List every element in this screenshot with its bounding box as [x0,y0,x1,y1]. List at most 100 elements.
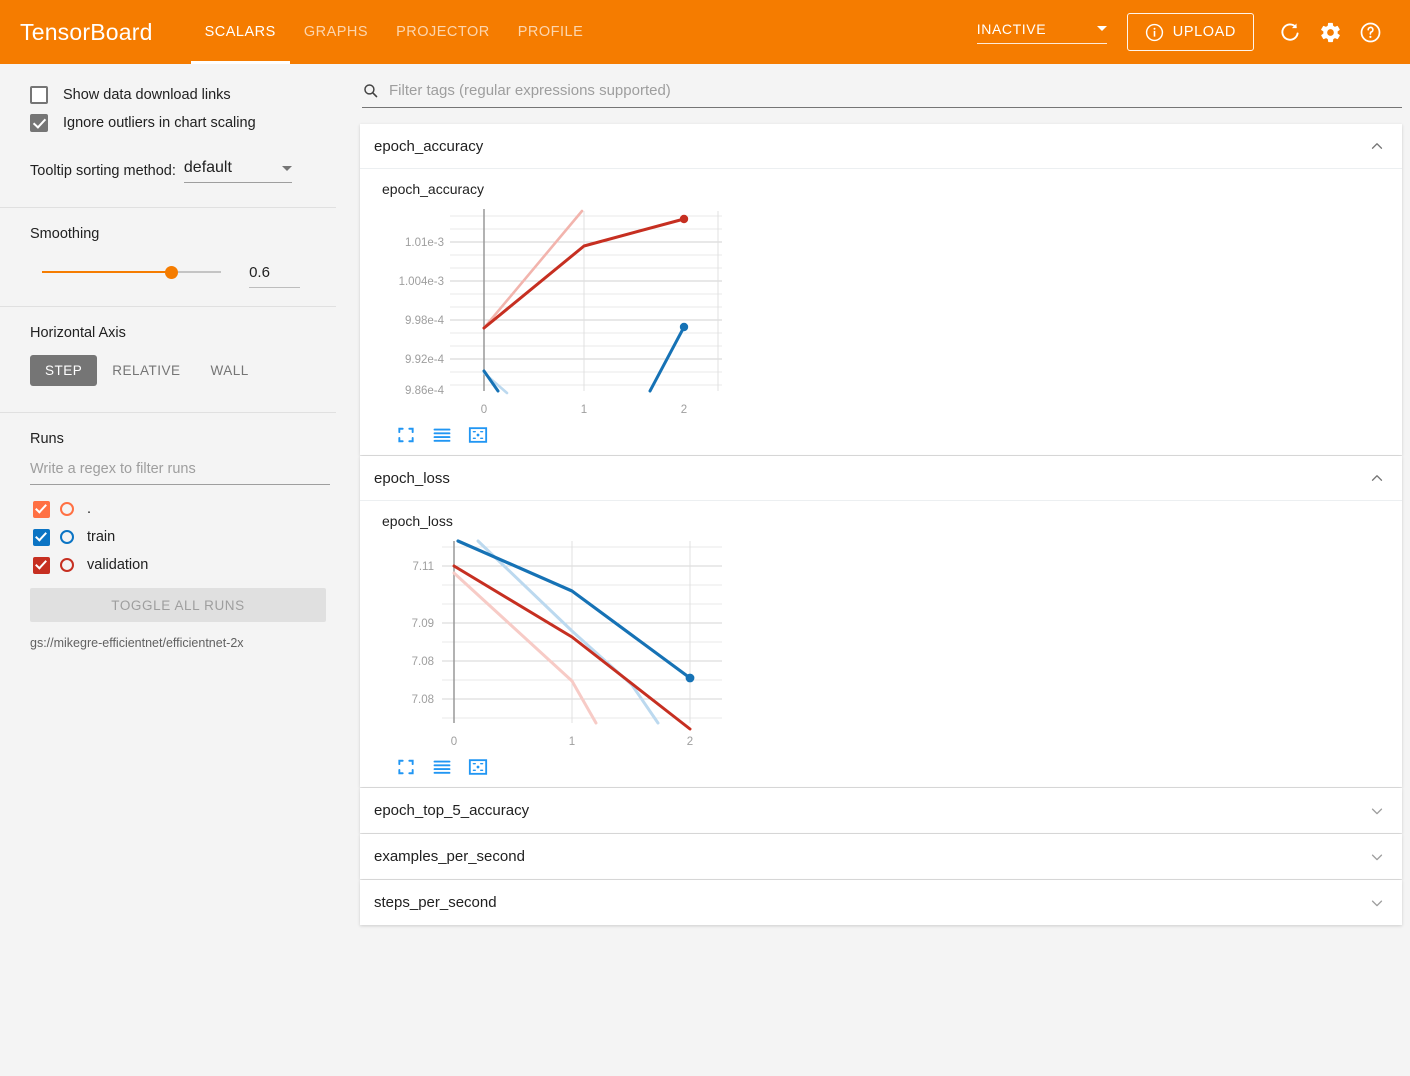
top-app-bar: TensorBoard SCALARS GRAPHS PROJECTOR PRO… [0,0,1410,64]
checkbox-ignore-outliers[interactable]: Ignore outliers in chart scaling [0,109,336,137]
refresh-button[interactable] [1270,12,1310,52]
top-bar-actions: INACTIVE UPLOAD [976,12,1390,52]
chevron-up-icon[interactable] [1368,469,1386,487]
settings-sidebar: Show data download links Ignore outliers… [0,64,336,1076]
run-status-value: INACTIVE [976,20,1047,37]
card-epoch-loss: epoch_loss epoch_loss 7.11 7.09 7.08 7.0… [360,456,1402,787]
y-tick-1: 1.004e-3 [399,276,444,288]
data-series-lines-icon[interactable] [432,425,452,445]
expand-fullscreen-icon[interactable] [396,425,416,445]
chart-epoch-loss[interactable]: 7.11 7.09 7.08 7.08 0 1 2 [382,533,742,748]
run-item-validation[interactable]: validation [0,551,336,579]
horizontal-axis-toggle-group: STEP RELATIVE WALL [0,355,336,386]
tab-projector[interactable]: PROJECTOR [382,0,504,64]
axis-option-step[interactable]: STEP [30,355,98,386]
data-series-lines-icon[interactable] [432,757,452,777]
run-status-dropdown[interactable]: INACTIVE [976,20,1107,44]
card-epoch-top-5-accuracy: epoch_top_5_accuracy [360,788,1402,833]
run-item-train[interactable]: train [0,523,336,551]
help-circle-icon [1360,22,1380,42]
slider-thumb[interactable] [165,266,178,279]
tag-filter-input[interactable]: Filter tags (regular expressions support… [389,82,671,99]
chevron-down-icon[interactable] [1368,894,1386,912]
help-button[interactable] [1350,12,1390,52]
series-validation-raw [452,571,598,725]
expand-fullscreen-icon[interactable] [396,757,416,777]
x-tick-1: 1 [569,736,575,748]
logdir-path: gs://mikegre-efficientnet/efficientnet-2… [30,636,244,650]
chart-toolbar-epoch-accuracy [396,425,1402,445]
card-title-epoch-top-5-accuracy: epoch_top_5_accuracy [374,802,530,819]
run-label-train: train [87,529,116,545]
card-header-epoch-top-5-accuracy[interactable]: epoch_top_5_accuracy [360,788,1402,833]
series-train-a [482,369,500,393]
checkbox-icon-unchecked [30,86,48,104]
fit-domain-icon[interactable] [468,425,488,445]
tab-profile-label: PROFILE [517,24,584,40]
run-color-dot-icon [60,530,74,544]
series-train-endpoint [685,673,695,683]
axis-option-relative[interactable]: RELATIVE [97,355,195,386]
upload-button-label: UPLOAD [1172,24,1236,40]
y-tick-2: 7.08 [412,656,434,668]
tab-scalars-label: SCALARS [204,24,276,40]
tag-filter-bar[interactable]: Filter tags (regular expressions support… [362,82,1402,108]
tab-profile[interactable]: PROFILE [504,0,598,64]
run-label-dot: . [87,501,92,517]
y-tick-3: 7.08 [412,694,434,706]
smoothing-title: Smoothing [30,226,100,242]
card-header-steps-per-second[interactable]: steps_per_second [360,880,1402,925]
chevron-down-icon[interactable] [1368,848,1386,866]
tooltip-sorting-label: Tooltip sorting method: [30,163,176,179]
card-body-epoch-loss: epoch_loss 7.11 7.09 7.08 7.08 0 1 2 [360,501,1402,787]
upload-button[interactable]: UPLOAD [1126,13,1254,51]
runs-regex-input[interactable]: Write a regex to filter runs [30,461,330,485]
y-tick-4: 9.86e-4 [405,385,445,397]
checkbox-label-ignore-outliers: Ignore outliers in chart scaling [63,115,256,131]
main-nav-tabs: SCALARS GRAPHS PROJECTOR PROFILE [190,0,598,64]
settings-button[interactable] [1310,12,1350,52]
gear-icon [1320,22,1340,42]
run-label-validation: validation [87,557,149,573]
chart-epoch-accuracy[interactable]: 1.01e-3 1.004e-3 9.98e-4 9.92e-4 9.86e-4… [382,201,742,416]
run-item-dot[interactable]: . [0,495,336,523]
card-header-epoch-accuracy[interactable]: epoch_accuracy [360,124,1402,169]
checkbox-show-data-download-links[interactable]: Show data download links [0,81,336,109]
smoothing-value-input[interactable]: 0.6 [249,264,300,288]
tooltip-sorting-value: default [183,159,232,176]
series-train-raw [476,539,660,725]
y-tick-2: 9.98e-4 [405,315,445,327]
toggle-all-runs-button[interactable]: TOGGLE ALL RUNS [30,588,326,622]
tab-graphs[interactable]: GRAPHS [290,0,382,64]
search-icon [364,84,378,98]
card-title-examples-per-second: examples_per_second [374,848,525,865]
smoothing-slider[interactable] [42,264,222,280]
horizontal-axis-title: Horizontal Axis [30,325,126,341]
card-title-steps-per-second: steps_per_second [374,894,497,911]
chevron-down-icon[interactable] [1368,802,1386,820]
y-tick-0: 7.11 [412,561,434,573]
tooltip-sorting-select[interactable]: default [183,159,292,183]
info-circle-icon [1145,23,1163,41]
card-header-epoch-loss[interactable]: epoch_loss [360,456,1402,501]
checkbox-icon-checked [30,114,48,132]
run-checkbox-validation[interactable] [33,556,50,574]
runs-title: Runs [30,431,64,447]
chevron-up-icon[interactable] [1368,137,1386,155]
slider-fill [42,271,172,273]
chevron-down-icon [1096,26,1107,31]
chevron-down-icon [281,165,292,171]
refresh-icon [1280,22,1299,41]
y-tick-1: 7.09 [412,618,434,630]
run-checkbox-dot[interactable] [33,500,50,518]
card-header-examples-per-second[interactable]: examples_per_second [360,834,1402,879]
chart-title-epoch-loss: epoch_loss [382,513,453,529]
tag-cards-list: epoch_accuracy epoch_accuracy 1.01e-3 1.… [360,124,1402,925]
axis-option-wall[interactable]: WALL [196,355,264,386]
x-tick-1: 1 [581,404,587,416]
fit-domain-icon[interactable] [468,757,488,777]
chart-toolbar-epoch-loss [396,757,1402,777]
tab-scalars[interactable]: SCALARS [190,0,291,64]
run-checkbox-train[interactable] [33,528,50,546]
card-steps-per-second: steps_per_second [360,880,1402,925]
